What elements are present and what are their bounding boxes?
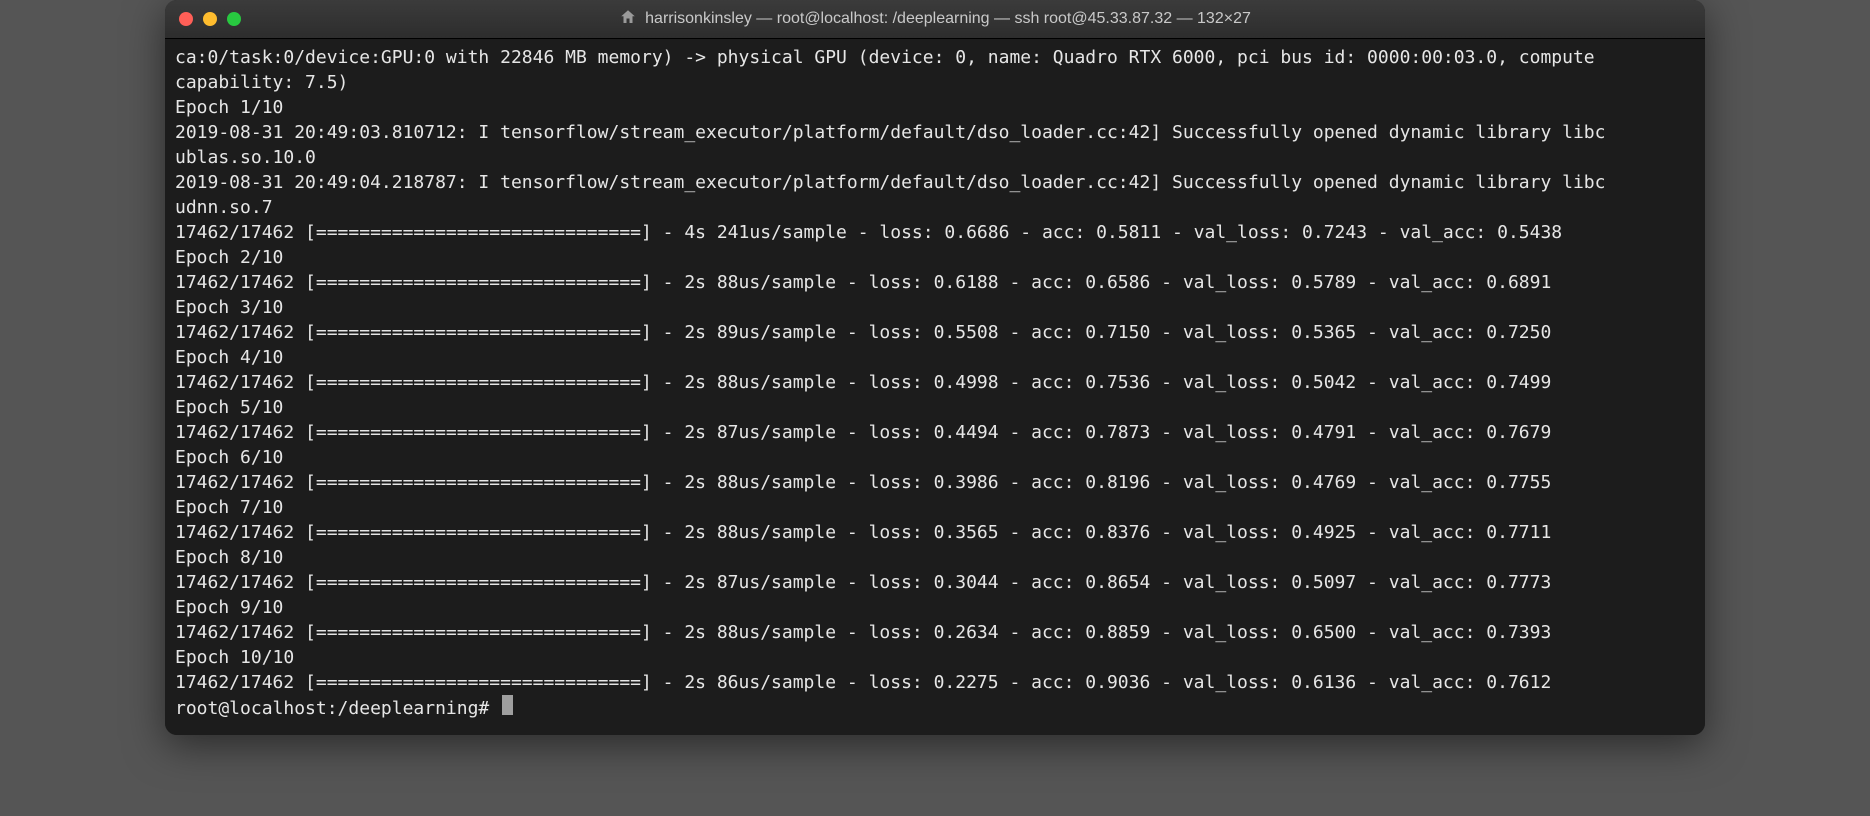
- progress-line: 17462/17462 [===========================…: [175, 322, 1551, 343]
- epoch-line: Epoch 1/10: [175, 97, 283, 118]
- window-title: harrisonkinsley — root@localhost: /deepl…: [165, 8, 1705, 31]
- output-line: udnn.so.7: [175, 197, 273, 218]
- cursor-icon: [502, 695, 513, 715]
- progress-line: 17462/17462 [===========================…: [175, 622, 1551, 643]
- titlebar[interactable]: harrisonkinsley — root@localhost: /deepl…: [165, 0, 1705, 39]
- minimize-icon[interactable]: [203, 12, 217, 26]
- progress-line: 17462/17462 [===========================…: [175, 422, 1551, 443]
- progress-line: 17462/17462 [===========================…: [175, 372, 1551, 393]
- close-icon[interactable]: [179, 12, 193, 26]
- epoch-line: Epoch 4/10: [175, 347, 283, 368]
- output-line: 2019-08-31 20:49:03.810712: I tensorflow…: [175, 122, 1605, 143]
- terminal-window: harrisonkinsley — root@localhost: /deepl…: [165, 0, 1705, 735]
- epoch-line: Epoch 2/10: [175, 247, 283, 268]
- epoch-line: Epoch 7/10: [175, 497, 283, 518]
- progress-line: 17462/17462 [===========================…: [175, 472, 1551, 493]
- shell-prompt[interactable]: root@localhost:/deeplearning#: [175, 698, 500, 719]
- output-line: 2019-08-31 20:49:04.218787: I tensorflow…: [175, 172, 1605, 193]
- terminal-body[interactable]: ca:0/task:0/device:GPU:0 with 22846 MB m…: [165, 39, 1705, 735]
- window-controls: [179, 12, 241, 26]
- home-icon: [619, 8, 637, 31]
- zoom-icon[interactable]: [227, 12, 241, 26]
- progress-line: 17462/17462 [===========================…: [175, 672, 1551, 693]
- output-line: ca:0/task:0/device:GPU:0 with 22846 MB m…: [175, 47, 1595, 68]
- progress-line: 17462/17462 [===========================…: [175, 222, 1562, 243]
- progress-line: 17462/17462 [===========================…: [175, 522, 1551, 543]
- epoch-line: Epoch 8/10: [175, 547, 283, 568]
- epoch-line: Epoch 9/10: [175, 597, 283, 618]
- epoch-line: Epoch 10/10: [175, 647, 294, 668]
- window-title-text: harrisonkinsley — root@localhost: /deepl…: [645, 10, 1251, 28]
- epoch-line: Epoch 3/10: [175, 297, 283, 318]
- output-line: capability: 7.5): [175, 72, 348, 93]
- progress-line: 17462/17462 [===========================…: [175, 572, 1551, 593]
- epoch-line: Epoch 6/10: [175, 447, 283, 468]
- epoch-line: Epoch 5/10: [175, 397, 283, 418]
- progress-line: 17462/17462 [===========================…: [175, 272, 1551, 293]
- output-line: ublas.so.10.0: [175, 147, 316, 168]
